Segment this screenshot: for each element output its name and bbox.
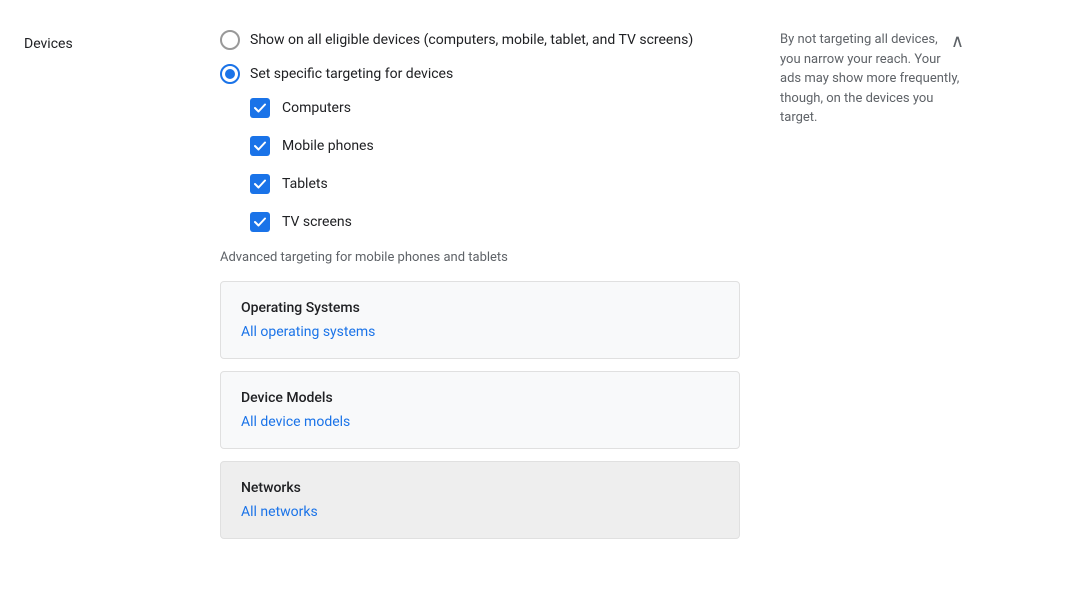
- card-models-link[interactable]: All device models: [241, 414, 350, 430]
- right-info-panel: ∧ By not targeting all devices, you narr…: [760, 20, 980, 596]
- radio-specific-targeting[interactable]: Set specific targeting for devices: [220, 64, 740, 84]
- main-content: Show on all eligible devices (computers,…: [200, 20, 760, 596]
- checkmark-icon: [253, 101, 267, 115]
- device-checkboxes: Computers Mobile phones Tablets: [250, 98, 740, 232]
- radio-specific-targeting-label: Set specific targeting for devices: [250, 66, 453, 82]
- checkbox-tablets-box: [250, 174, 270, 194]
- card-os-title: Operating Systems: [241, 300, 719, 316]
- checkbox-computers-box: [250, 98, 270, 118]
- card-networks: Networks All networks: [220, 461, 740, 539]
- info-text: By not targeting all devices, you narrow…: [780, 30, 960, 128]
- checkbox-mobile-label: Mobile phones: [282, 138, 374, 154]
- checkbox-tablets-label: Tablets: [282, 176, 328, 192]
- devices-label-text: Devices: [24, 36, 73, 52]
- card-os-link[interactable]: All operating systems: [241, 324, 375, 340]
- radio-selected-dot: [225, 69, 235, 79]
- radio-all-devices[interactable]: Show on all eligible devices (computers,…: [220, 30, 740, 50]
- card-device-models: Device Models All device models: [220, 371, 740, 449]
- card-operating-systems: Operating Systems All operating systems: [220, 281, 740, 359]
- radio-all-devices-circle: [220, 30, 240, 50]
- radio-all-devices-label: Show on all eligible devices (computers,…: [250, 32, 693, 48]
- card-networks-title: Networks: [241, 480, 719, 496]
- collapse-icon[interactable]: ∧: [951, 28, 964, 55]
- card-models-title: Device Models: [241, 390, 719, 406]
- checkbox-tablets[interactable]: Tablets: [250, 174, 740, 194]
- checkbox-tv-box: [250, 212, 270, 232]
- devices-label: Devices: [0, 20, 200, 596]
- checkbox-tv-label: TV screens: [282, 214, 352, 230]
- checkbox-tv-screens[interactable]: TV screens: [250, 212, 740, 232]
- checkmark-icon: [253, 215, 267, 229]
- checkmark-icon: [253, 177, 267, 191]
- radio-specific-targeting-circle: [220, 64, 240, 84]
- checkbox-mobile-box: [250, 136, 270, 156]
- checkmark-icon: [253, 139, 267, 153]
- checkbox-computers[interactable]: Computers: [250, 98, 740, 118]
- checkbox-mobile-phones[interactable]: Mobile phones: [250, 136, 740, 156]
- checkbox-computers-label: Computers: [282, 100, 351, 116]
- advanced-targeting-label: Advanced targeting for mobile phones and…: [220, 250, 740, 265]
- card-networks-link[interactable]: All networks: [241, 504, 318, 520]
